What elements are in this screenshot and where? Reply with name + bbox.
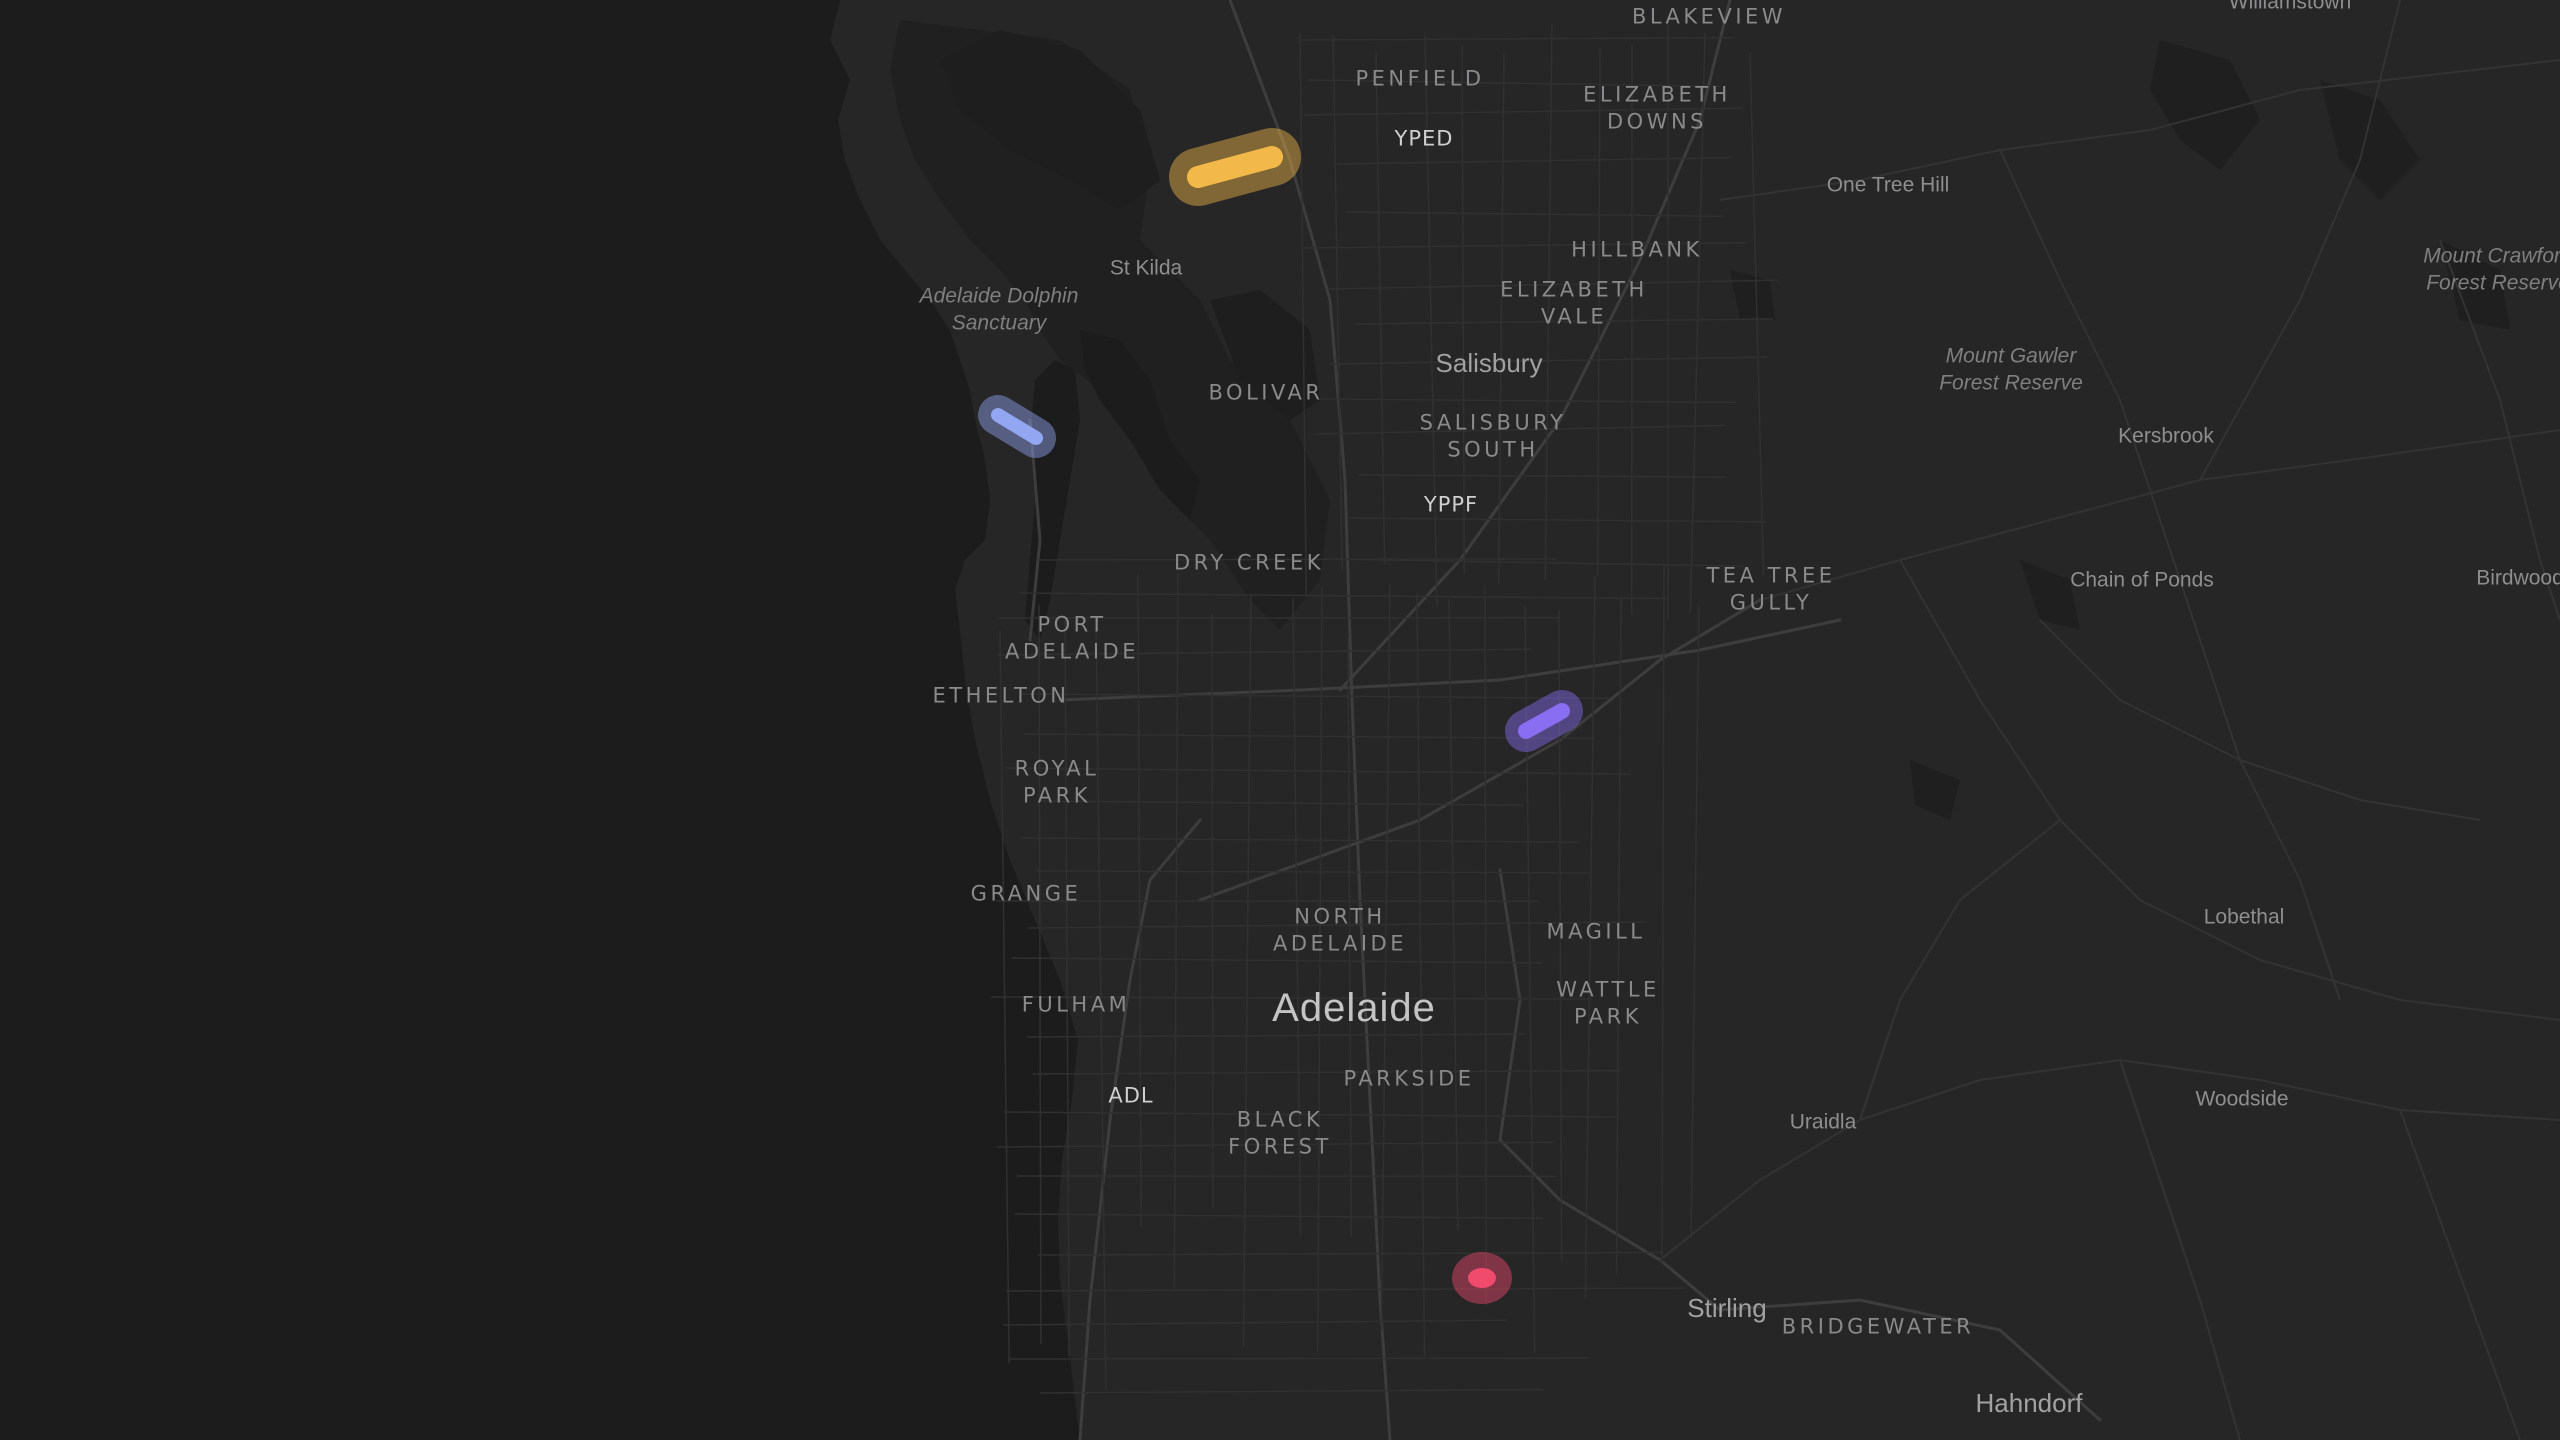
route-marker-yellow[interactable] (1169, 128, 1301, 206)
route-marker-purple[interactable] (1505, 690, 1583, 752)
map-canvas[interactable]: BLAKEVIEW Williamstown PENFIELD ELIZABET… (0, 0, 2560, 1440)
route-markers (978, 128, 1583, 1304)
route-marker-red[interactable] (1452, 1252, 1512, 1304)
route-marker-blue[interactable] (978, 395, 1056, 458)
